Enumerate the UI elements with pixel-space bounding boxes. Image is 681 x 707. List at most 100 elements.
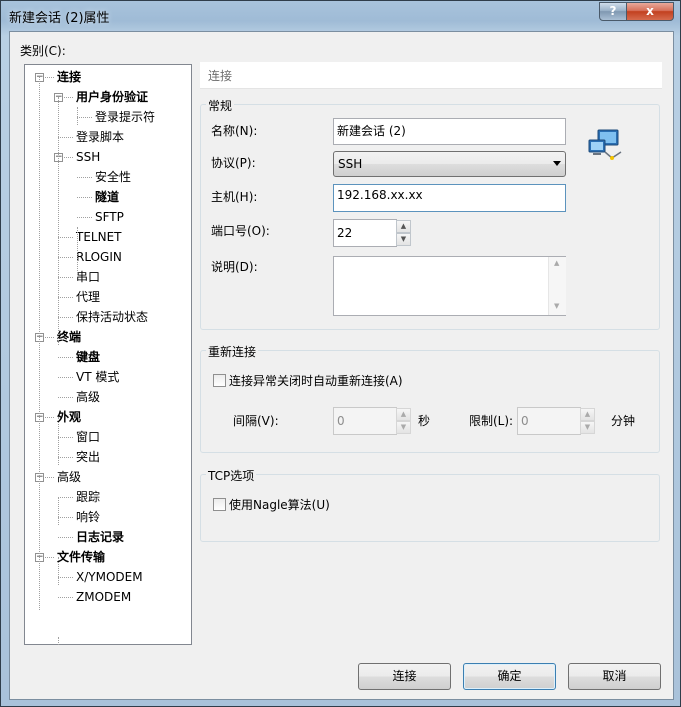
tree-item-label: VT 模式 xyxy=(76,370,120,384)
tree-item[interactable]: 高级 xyxy=(75,388,101,406)
tree-item[interactable]: 窗口 xyxy=(75,428,101,446)
tree-item-label: 代理 xyxy=(76,290,101,304)
protocol-label: 协议(P): xyxy=(211,156,256,170)
tree-item-label: 跟踪 xyxy=(76,490,101,504)
chevron-down-icon: ▼ xyxy=(400,235,407,243)
tree-item[interactable]: 突出 xyxy=(75,448,101,466)
tree-connector xyxy=(58,497,59,525)
tree-item[interactable]: 跟踪 xyxy=(75,488,101,506)
category-tree[interactable]: 连接 − 用户身份验证 − 登录提示符 登录脚本 SSH − 安全性 隧道 SFTP TELNET RL… xyxy=(24,64,192,645)
tree-item[interactable]: 隧道 xyxy=(94,188,120,206)
tree-item[interactable]: 键盘 xyxy=(75,348,101,366)
tree-item-label: 日志记录 xyxy=(76,530,125,544)
tree-item[interactable]: 终端 xyxy=(56,328,82,346)
name-label: 名称(N): xyxy=(211,124,258,138)
scroll-up-icon: ▲ xyxy=(554,259,560,267)
title-bar[interactable]: 新建会话 (2)属性 ? x xyxy=(1,1,680,31)
auto-reconnect-checkbox[interactable] xyxy=(213,374,226,387)
tree-item[interactable]: 日志记录 xyxy=(75,528,125,546)
tree-connector xyxy=(58,377,73,378)
nagle-checkbox[interactable] xyxy=(213,498,226,511)
tree-connector xyxy=(58,517,73,518)
tree-item-label: 安全性 xyxy=(95,170,132,184)
limit-spin-up[interactable]: ▲ xyxy=(580,408,595,421)
tree-connector xyxy=(58,317,73,318)
close-icon: x xyxy=(646,4,654,18)
connect-button[interactable]: 连接 xyxy=(358,663,451,690)
tree-connector xyxy=(77,217,92,218)
tree-item-label: TELNET xyxy=(76,230,122,244)
limit-spin-down[interactable]: ▼ xyxy=(580,421,595,434)
limit-label: 限制(L): xyxy=(469,414,514,428)
tree-item[interactable]: 保持活动状态 xyxy=(75,308,149,326)
tree-item[interactable]: 高级 xyxy=(56,468,82,486)
host-field[interactable]: 192.168.xx.xx xyxy=(333,184,566,212)
tree-connector xyxy=(77,197,92,198)
auto-reconnect-label: 连接异常关闭时自动重新连接(A) xyxy=(229,374,403,388)
tree-item-label: 终端 xyxy=(57,330,82,344)
tree-item[interactable]: X/YMODEM xyxy=(75,568,144,586)
tree-connector xyxy=(77,107,78,125)
tree-connector xyxy=(58,497,73,498)
close-button[interactable]: x xyxy=(626,2,674,21)
window-title: 新建会话 (2)属性 xyxy=(9,11,110,26)
tree-connector xyxy=(58,597,73,598)
tree-item-label: 用户身份验证 xyxy=(76,90,149,104)
tree-item-label: 键盘 xyxy=(76,350,101,364)
protocol-select[interactable]: SSH xyxy=(333,151,566,177)
tree-item[interactable]: 用户身份验证 xyxy=(75,88,149,106)
tree-item[interactable]: 登录脚本 xyxy=(75,128,125,146)
chevron-down-icon: ▼ xyxy=(400,423,407,431)
tree-connector xyxy=(58,237,73,238)
tree-item-label: SSH xyxy=(76,150,101,164)
cancel-button[interactable]: 取消 xyxy=(568,663,661,690)
general-group-title: 常规 xyxy=(206,97,235,114)
interval-field[interactable]: 0 xyxy=(333,407,397,435)
interval-spin-down[interactable]: ▼ xyxy=(396,421,411,434)
interval-spin-up[interactable]: ▲ xyxy=(396,408,411,421)
tree-item[interactable]: TELNET xyxy=(75,228,123,246)
tree-item[interactable]: 连接 xyxy=(56,68,82,86)
help-button[interactable]: ? xyxy=(599,2,627,21)
tree-item-label: 保持活动状态 xyxy=(76,310,149,324)
tree-item[interactable]: 外观 xyxy=(56,408,82,426)
tree-item[interactable]: RLOGIN xyxy=(75,248,123,266)
chevron-down-icon: ▼ xyxy=(584,423,591,431)
tree-connector xyxy=(58,277,73,278)
tree-connector xyxy=(58,357,73,358)
port-label: 端口号(O): xyxy=(211,224,270,238)
tree-item-label: SFTP xyxy=(95,210,124,224)
reconnect-group xyxy=(200,350,660,453)
tree-item-label: X/YMODEM xyxy=(76,570,143,584)
tree-item[interactable]: SSH xyxy=(75,148,101,166)
port-spin-down[interactable]: ▼ xyxy=(396,233,411,246)
chevron-up-icon: ▲ xyxy=(584,410,591,418)
tree-item[interactable]: 串口 xyxy=(75,268,101,286)
tree-item[interactable]: 文件传输 xyxy=(56,548,106,566)
tree-item[interactable]: 响铃 xyxy=(75,508,101,526)
tree-item-label: 串口 xyxy=(76,270,101,284)
limit-unit: 分钟 xyxy=(611,414,636,428)
tree-item-label: 高级 xyxy=(57,470,82,484)
tree-item[interactable]: VT 模式 xyxy=(75,368,120,386)
tree-connector xyxy=(58,637,59,645)
network-connection-icon xyxy=(588,128,624,162)
port-field[interactable]: 22 xyxy=(333,219,397,247)
tree-item[interactable]: 安全性 xyxy=(94,168,132,186)
port-spin-up[interactable]: ▲ xyxy=(396,220,411,233)
ok-button[interactable]: 确定 xyxy=(463,663,556,690)
tree-connector xyxy=(77,227,78,275)
tree-item[interactable]: 代理 xyxy=(75,288,101,306)
description-scrollbar[interactable]: ▲ ▼ xyxy=(548,257,566,315)
tree-connector xyxy=(58,457,73,458)
tree-connector xyxy=(58,397,73,398)
name-field[interactable]: 新建会话 (2) xyxy=(333,118,566,145)
limit-field[interactable]: 0 xyxy=(517,407,581,435)
tree-item[interactable]: SFTP xyxy=(94,208,125,226)
description-field[interactable] xyxy=(333,256,566,316)
category-label: 类别(C): xyxy=(20,44,66,58)
dialog-window: 新建会话 (2)属性 ? x 类别(C): 连接 − 用户身份验证 − 登录提示符 登录脚… xyxy=(0,0,681,707)
tree-item[interactable]: 登录提示符 xyxy=(94,108,156,126)
tree-connector xyxy=(58,137,73,138)
tree-item[interactable]: ZMODEM xyxy=(75,588,132,606)
